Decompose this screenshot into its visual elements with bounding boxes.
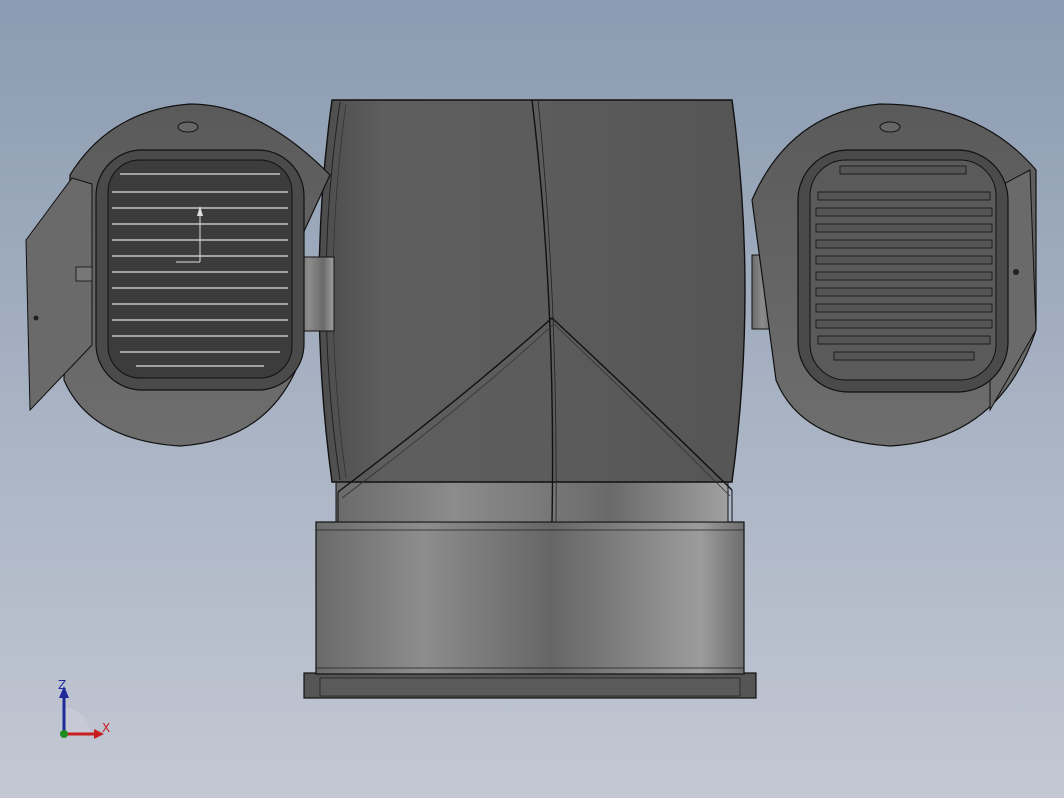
- right-lamp: [751, 103, 1037, 447]
- pedestal-cylinder: [315, 521, 745, 675]
- main-drum: [318, 99, 746, 523]
- z-axis-label: Z: [58, 678, 67, 692]
- x-axis-label: X: [102, 721, 111, 735]
- axis-triad: Z X: [48, 672, 128, 752]
- base-plate: [303, 672, 757, 699]
- camera-model[interactable]: [0, 0, 1064, 798]
- graphics-viewport[interactable]: Z X: [0, 0, 1064, 798]
- left-lamp: [25, 103, 331, 447]
